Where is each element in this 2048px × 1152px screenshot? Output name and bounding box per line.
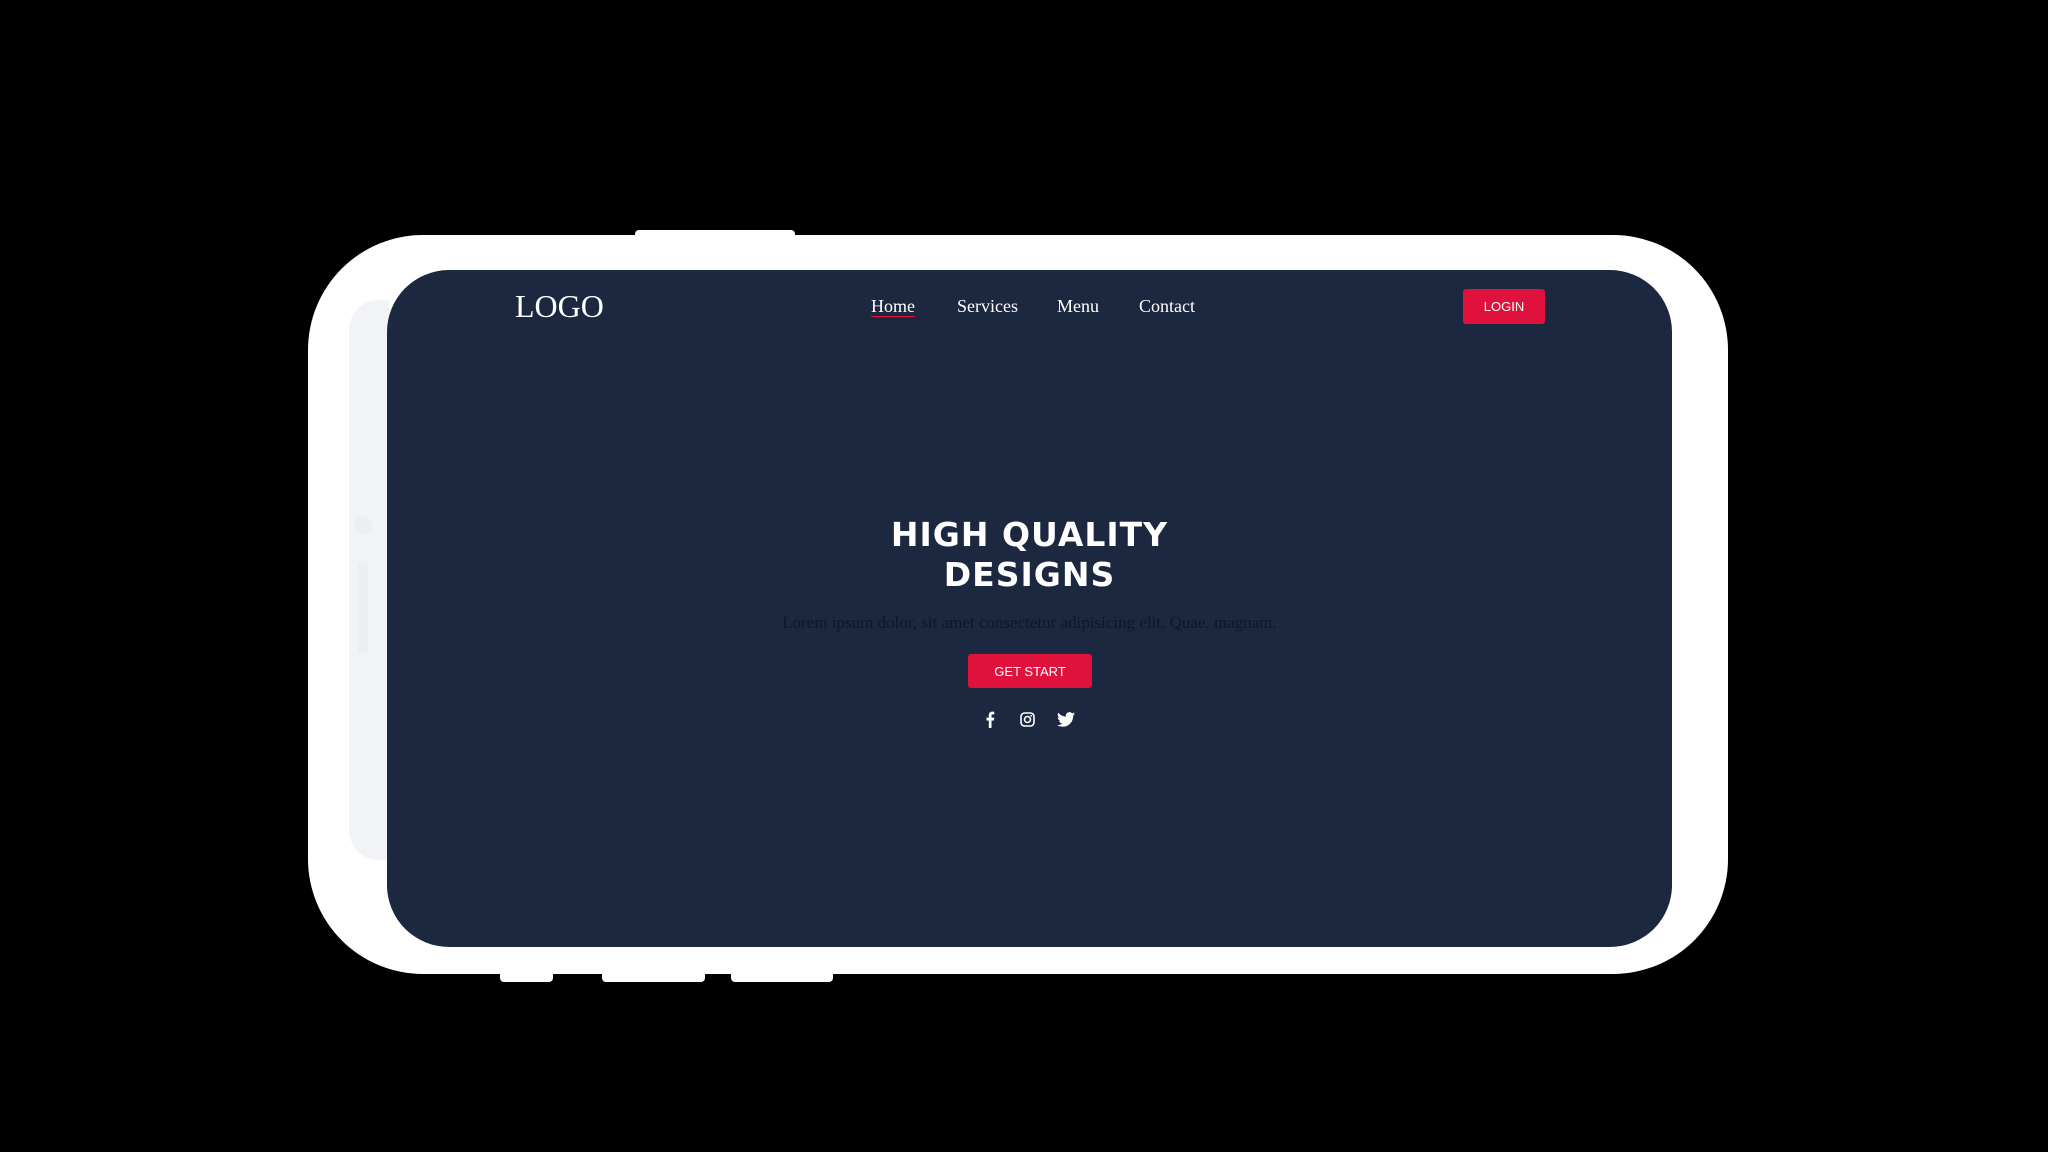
logo[interactable]: LOGO xyxy=(515,288,604,325)
phone-bottom-button xyxy=(602,968,705,982)
hero-title-line-1: HIGH QUALITY xyxy=(890,515,1169,554)
camera-icon xyxy=(354,516,372,534)
nav-contact[interactable]: Contact xyxy=(1139,296,1195,317)
nav-services[interactable]: Services xyxy=(957,296,1018,317)
speaker-slot xyxy=(358,562,368,654)
login-button[interactable]: LOGIN xyxy=(1463,289,1545,324)
phone-bottom-button xyxy=(500,968,553,982)
nav-home[interactable]: Home xyxy=(871,296,915,317)
phone-screen: LOGO Home Services Menu Contact LOGIN HI… xyxy=(387,270,1672,947)
instagram-icon[interactable] xyxy=(1016,708,1038,730)
phone-bottom-button xyxy=(731,968,833,982)
phone-top-button xyxy=(635,230,795,240)
phone-notch-area xyxy=(349,300,389,860)
get-start-button[interactable]: GET START xyxy=(968,654,1092,688)
hero-subtitle: Lorem ipsum dolor, sit amet consectetur … xyxy=(782,613,1277,632)
nav-menu[interactable]: Menu xyxy=(1057,296,1099,317)
twitter-icon[interactable] xyxy=(1055,708,1077,730)
hero-title-line-2: DESIGNS xyxy=(943,555,1116,594)
hero-title: HIGH QUALITY DESIGNS xyxy=(387,515,1672,595)
facebook-icon[interactable] xyxy=(979,708,1001,730)
